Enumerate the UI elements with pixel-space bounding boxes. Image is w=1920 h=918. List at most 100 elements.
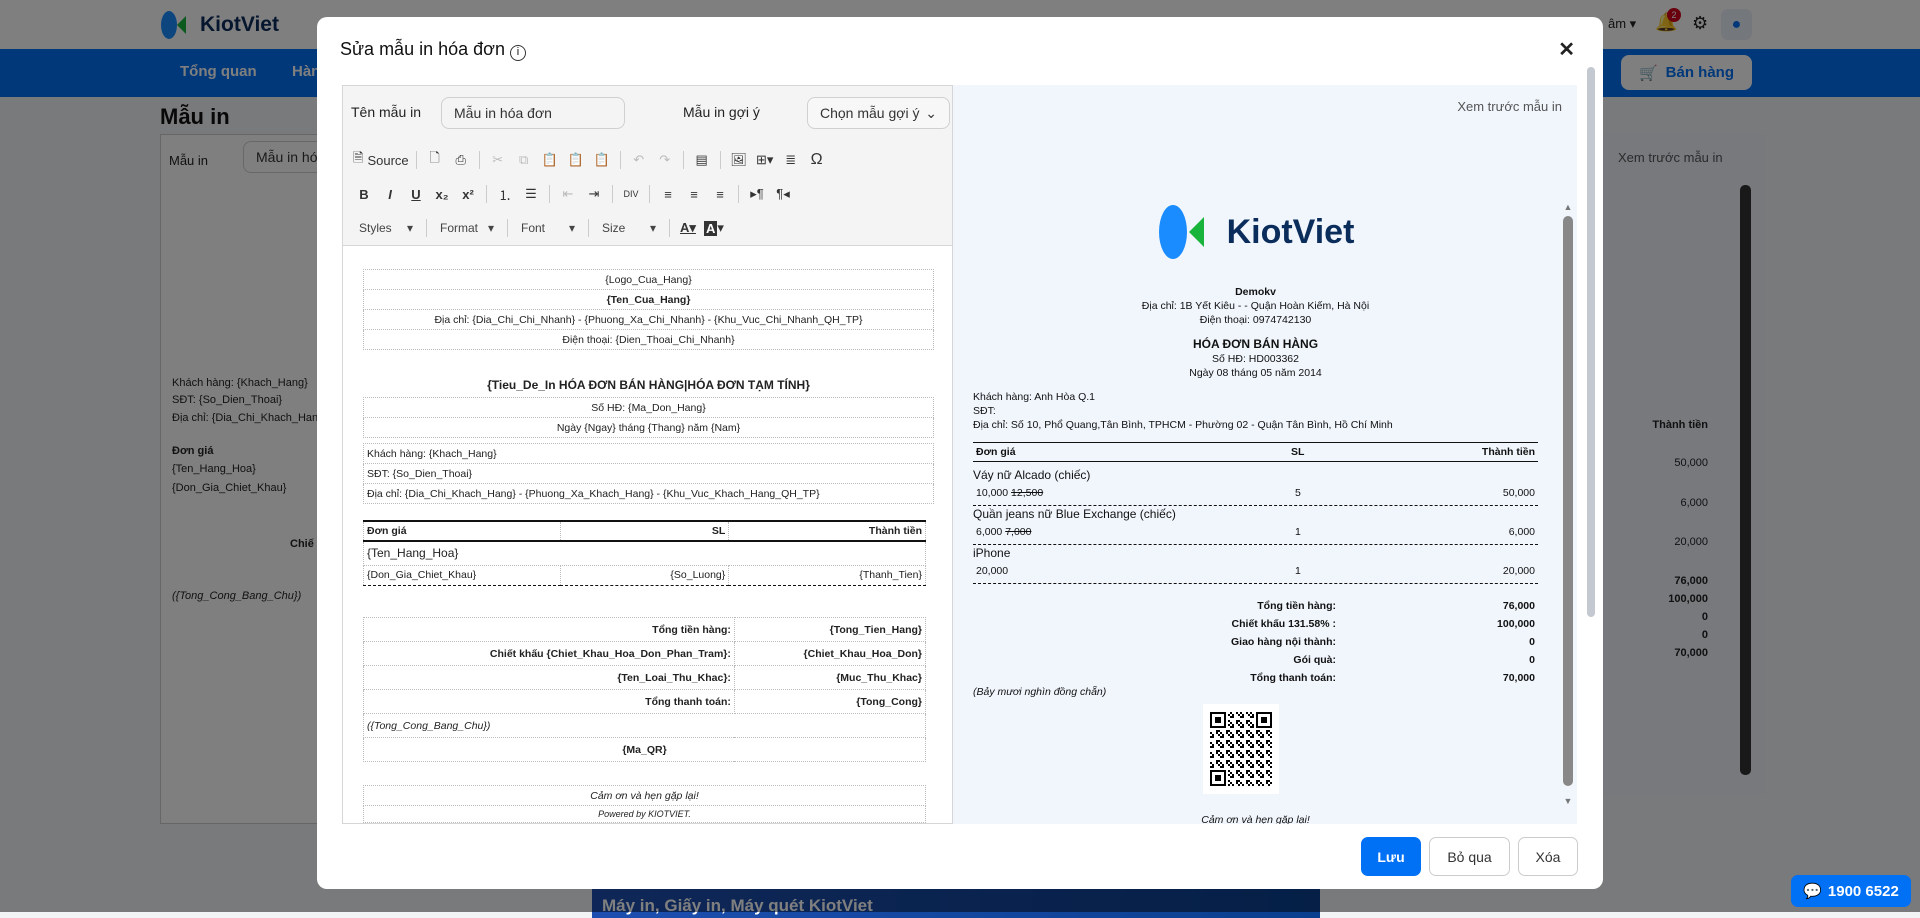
hotline-button[interactable]: 💬 1900 6522 (1791, 875, 1911, 907)
total-value: 0 (1529, 654, 1535, 666)
align-left-icon[interactable]: ≡ (657, 183, 679, 205)
hotline-text: 1900 6522 (1827, 882, 1899, 900)
total-value: 100,000 (1497, 618, 1535, 630)
editor-content[interactable]: {Logo_Cua_Hang} {Ten_Cua_Hang} Địa chỉ: … (343, 247, 952, 823)
numbered-list-icon[interactable]: ⒈ (494, 183, 516, 205)
suggest-label: Mẫu in gợi ý (683, 104, 760, 120)
invoice-title: HÓA ĐƠN BÁN HÀNG (1192, 337, 1319, 351)
items-table: Đơn giá SL Thành tiền {Ten_Hang_Hoa} {Don_… (363, 520, 926, 586)
tpl-cell: Powered by KIOTVIET. (363, 805, 926, 823)
scroll-thumb[interactable] (1563, 216, 1573, 786)
column-header: SL (1291, 446, 1305, 458)
underline-icon[interactable]: U (405, 183, 427, 205)
outdent-icon[interactable]: ⇤ (557, 183, 579, 205)
horizontal-line-icon[interactable]: ≣ (780, 149, 802, 171)
item-name: iPhone (973, 546, 1011, 560)
tpl-cell: SĐT: {So_Dien_Thoai} (363, 463, 934, 484)
store-address: Địa chỉ: 1B Yết Kiêu - - Quận Hoàn Kiếm,… (1141, 300, 1370, 312)
editor-header: Tên mẫu in Mẫu in hóa đơn Mẫu in gợi ý C… (343, 86, 952, 246)
edit-template-dialog: Sửa mẫu in hóa đơn i ✕ Tên mẫu in Mẫu in… (317, 17, 1603, 889)
store-name: Demokv (1235, 286, 1276, 298)
store-header-table: {Logo_Cua_Hang} {Ten_Cua_Hang} Địa chỉ: … (363, 269, 934, 350)
bulleted-list-icon[interactable]: ☰ (520, 183, 542, 205)
tpl-cell: Khách hàng: {Khach_Hang} (363, 443, 934, 464)
close-icon[interactable]: ✕ (1558, 37, 1575, 62)
scroll-down-icon[interactable]: ▼ (1563, 796, 1573, 806)
item-price: 20,000 (976, 565, 1008, 577)
paste-icon[interactable]: 📋 (539, 149, 561, 171)
subscript-icon[interactable]: x₂ (431, 183, 453, 205)
dialog-title-text: Sửa mẫu in hóa đơn (340, 39, 505, 59)
cut-icon[interactable]: ✂ (487, 149, 509, 171)
item-qty: 1 (1295, 565, 1301, 577)
source-button[interactable]: 🗎 Source (353, 149, 409, 171)
customer-address: Địa chỉ: Số 10, Phổ Quang,Tân Bình, TPHC… (973, 419, 1393, 431)
tpl-cell: {Tong_Cong} (733, 689, 927, 714)
styles-dropdown[interactable]: Styles ▾ (353, 217, 419, 239)
paste-text-icon[interactable]: 📋 (565, 149, 587, 171)
suggest-value: Chọn mẫu gợi ý (820, 105, 920, 121)
redo-icon[interactable]: ↷ (654, 149, 676, 171)
invoice-date: Ngày 08 tháng 05 năm 2014 (1189, 367, 1322, 379)
total-label: Chiết khấu 131.58% : (1231, 618, 1336, 630)
total-label: Tổng tiền hàng: (1257, 600, 1336, 612)
item-row: 20,000 1 20,000 (973, 565, 1538, 584)
tpl-cell: Tổng tiền hàng: (363, 617, 735, 642)
font-dropdown[interactable]: Font ▾ (515, 217, 581, 239)
preview-scrollbar[interactable]: ▲ ▼ (1563, 202, 1573, 822)
div-icon[interactable]: DIV (620, 183, 642, 205)
format-label: Format (440, 221, 479, 235)
preview-paper[interactable]: KiotViet Demokv Địa chỉ: 1B Yết Kiêu - -… (953, 200, 1577, 824)
preview-table-header: Đơn giá SL Thành tiền (973, 442, 1538, 462)
total-value: 70,000 (1502, 672, 1535, 684)
chevron-down-icon: ⌄ (925, 104, 937, 121)
column-header: Thành tiền (1481, 446, 1535, 458)
logo-text: KiotViet (1226, 212, 1355, 251)
total-value: 0 (1529, 636, 1535, 648)
preview-panel: Xem trước mẫu in KiotViet Demokv Địa chỉ… (953, 85, 1577, 824)
tpl-cell: {Ten_Cua_Hang} (363, 289, 934, 310)
format-dropdown[interactable]: Format ▾ (434, 217, 500, 239)
tpl-cell: Địa chỉ: {Dia_Chi_Chi_Nhanh} - {Phuong_X… (363, 309, 934, 330)
ltr-icon[interactable]: ▸¶ (746, 183, 768, 205)
rtl-icon[interactable]: ¶◂ (772, 183, 794, 205)
indent-icon[interactable]: ⇥ (583, 183, 605, 205)
print-icon[interactable]: ⎙ (450, 149, 472, 171)
total-label: Gói quà: (1293, 654, 1336, 666)
copy-icon[interactable]: ⧉ (513, 149, 535, 171)
toolbar-row-2: B I Ux₂ x² ⒈ ☰ ⇤ ⇥ DIV ≡ ≡ ≡ ▸¶ ¶◂ (353, 182, 794, 206)
dialog-scrollbar[interactable] (1587, 67, 1595, 617)
cancel-button[interactable]: Bỏ qua (1429, 837, 1510, 876)
special-char-icon[interactable]: Ω (806, 149, 828, 171)
total-value: 76,000 (1502, 600, 1535, 612)
save-button[interactable]: Lưu (1361, 837, 1421, 876)
bg-color-icon[interactable]: A ▾ (703, 217, 725, 239)
info-icon[interactable]: i (509, 45, 526, 61)
align-center-icon[interactable]: ≡ (683, 183, 705, 205)
paste-word-icon[interactable]: 📋 (591, 149, 613, 171)
align-right-icon[interactable]: ≡ (709, 183, 731, 205)
footer-table: Cảm ơn và hẹn gặp lại! Powered by KIOTVI… (363, 785, 926, 823)
new-page-icon[interactable]: 🗋 (424, 149, 446, 171)
tpl-cell: {Thanh_Tien} (728, 564, 926, 586)
size-dropdown[interactable]: Size ▾ (596, 217, 662, 239)
scroll-up-icon[interactable]: ▲ (1563, 202, 1573, 212)
undo-icon[interactable]: ↶ (628, 149, 650, 171)
tpl-cell: {Tong_Tien_Hang} (733, 617, 927, 642)
tpl-cell: {Don_Gia_Chiet_Khau} (363, 564, 561, 586)
delete-button[interactable]: Xóa (1518, 837, 1578, 876)
suggest-select[interactable]: Chọn mẫu gợi ý ⌄ (807, 97, 950, 129)
tpl-cell: Số HĐ: {Ma_Don_Hang} (363, 397, 934, 418)
italic-icon[interactable]: I (379, 183, 401, 205)
template-name-input[interactable]: Mẫu in hóa đơn (441, 97, 625, 129)
thanks-text: Cảm ơn và hẹn gặp lại! (1201, 814, 1310, 824)
select-all-icon[interactable]: ▤ (691, 149, 713, 171)
table-icon[interactable]: ⊞▾ (754, 149, 776, 171)
image-icon[interactable]: 🖼 (728, 149, 750, 171)
tpl-cell: {Ma_QR} (363, 737, 926, 762)
customer-phone: SĐT: (973, 405, 996, 417)
bold-icon[interactable]: B (353, 183, 375, 205)
text-color-icon[interactable]: A▾ (677, 217, 699, 239)
superscript-icon[interactable]: x² (457, 183, 479, 205)
dialog-title: Sửa mẫu in hóa đơn i (340, 39, 526, 61)
